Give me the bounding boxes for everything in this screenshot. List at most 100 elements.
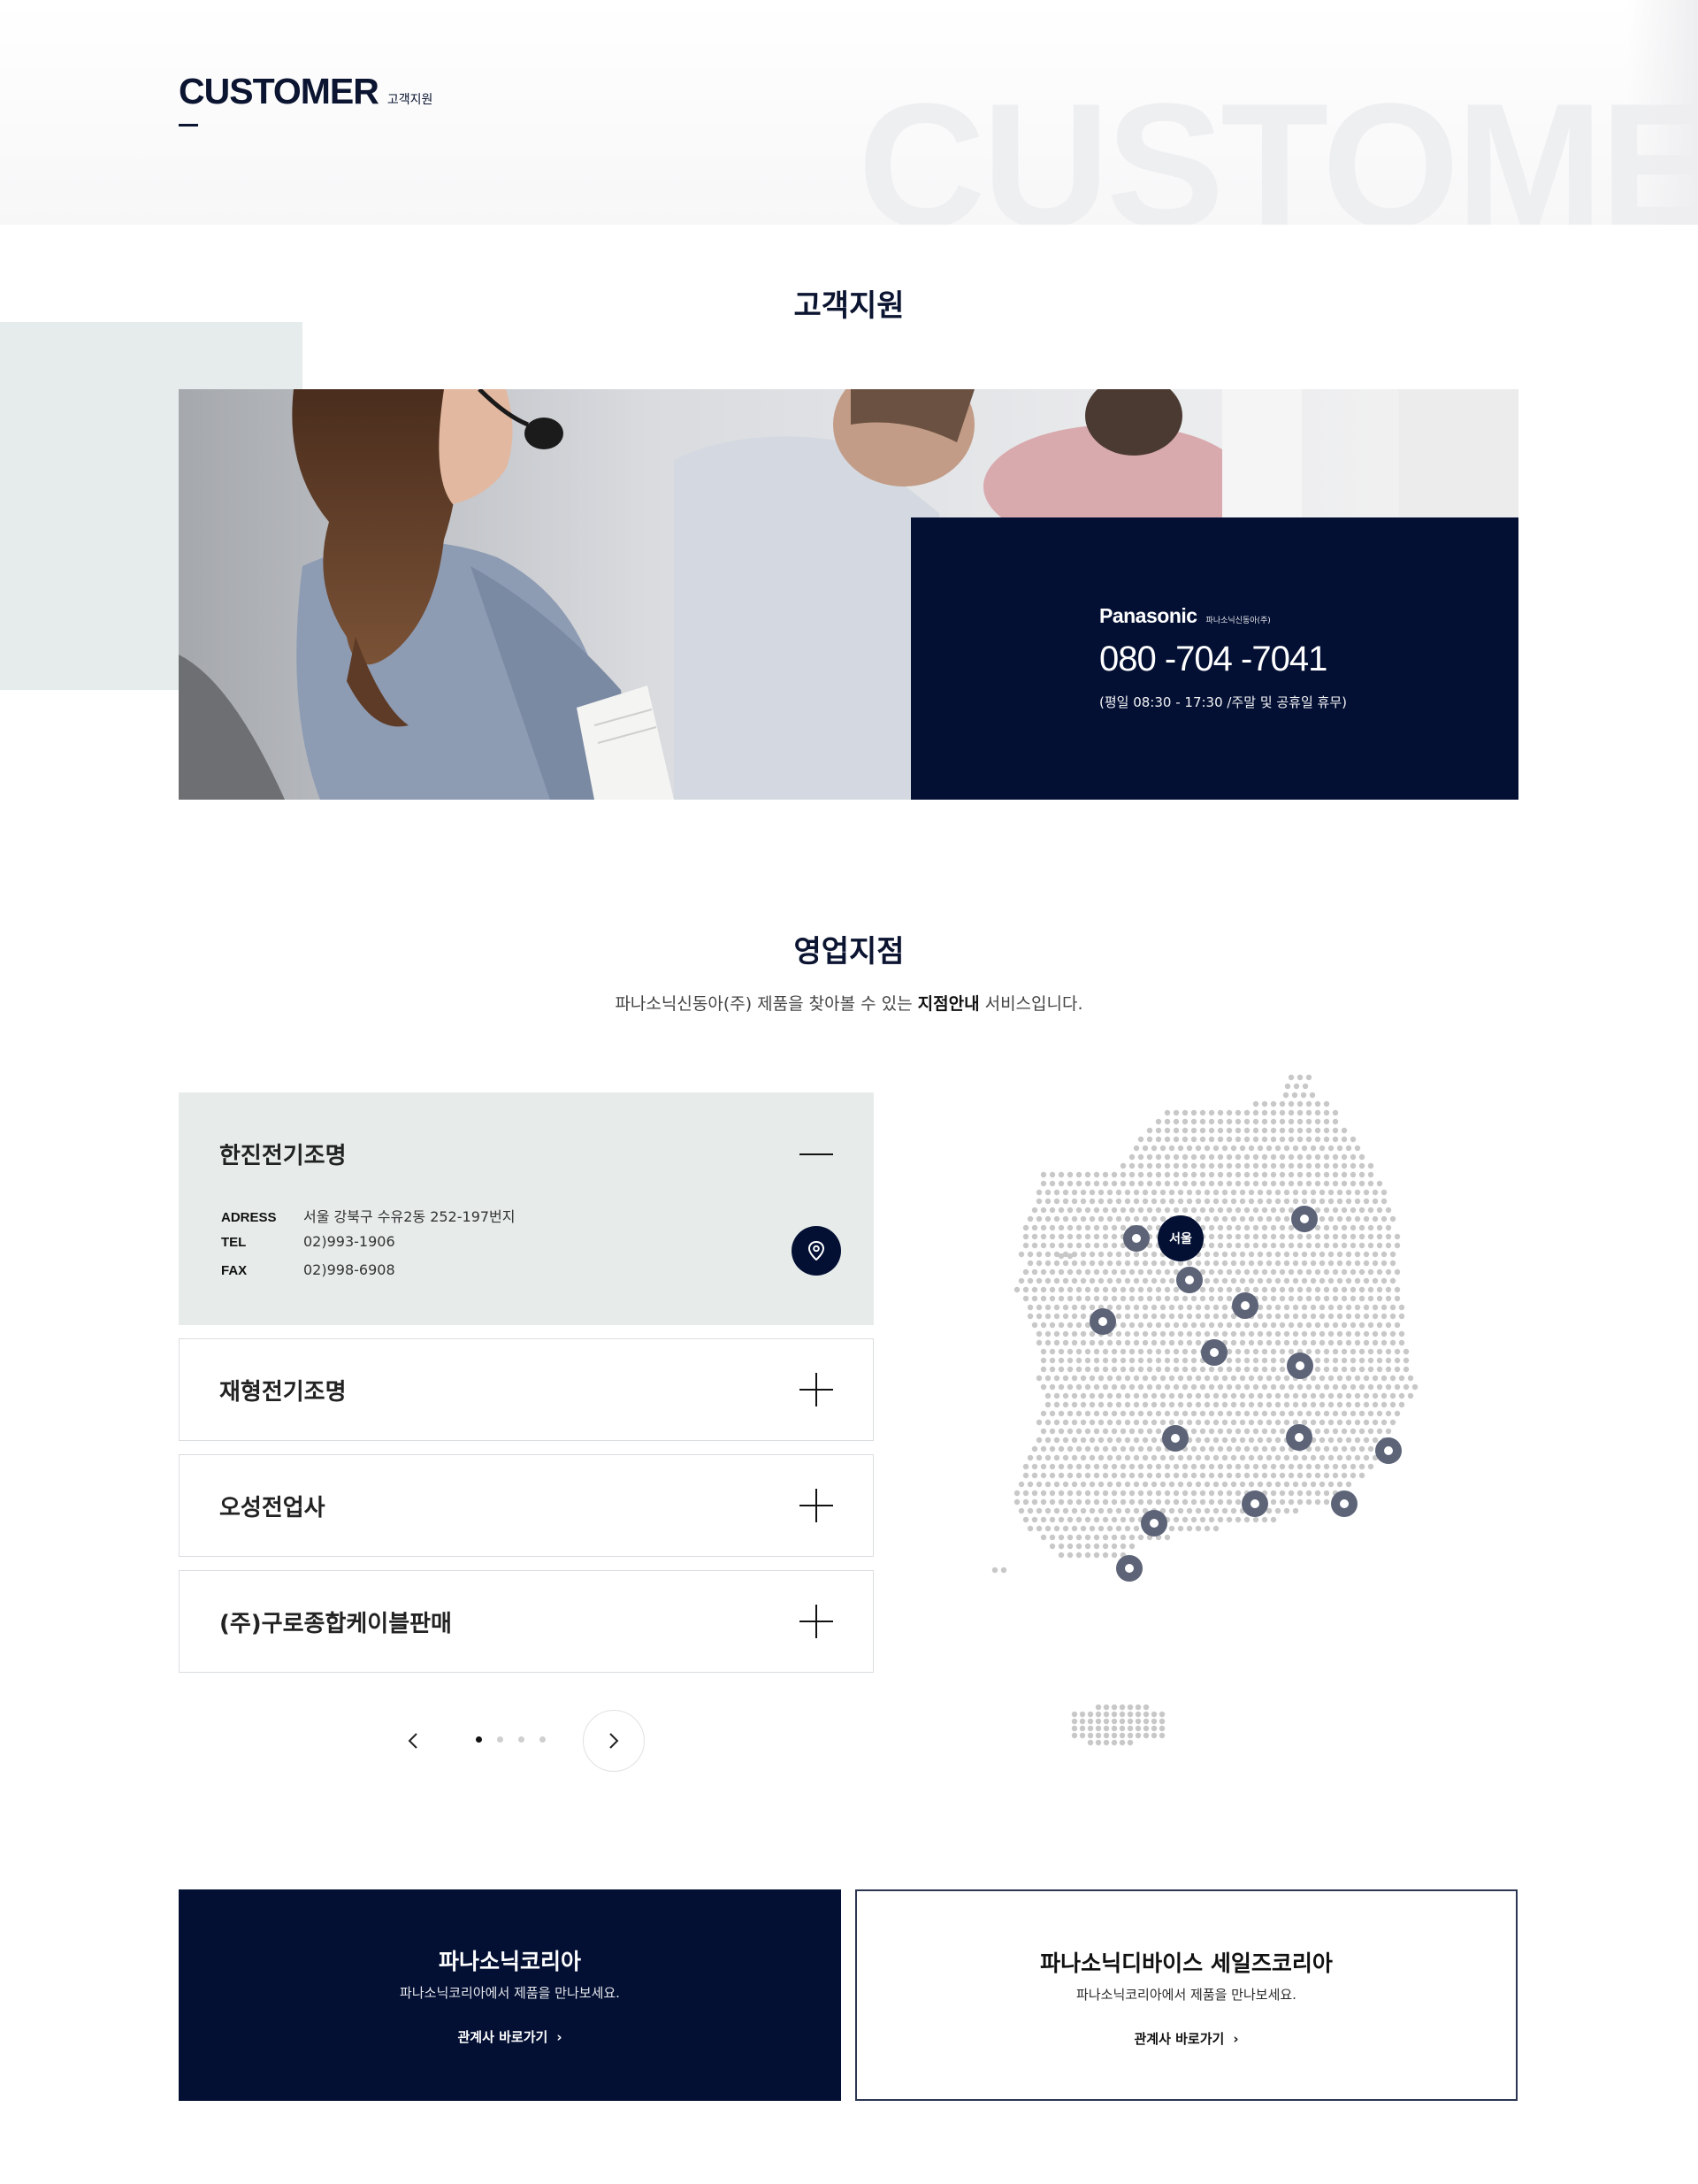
map-dot [1067, 1543, 1074, 1550]
map-dot [1314, 1463, 1321, 1470]
map-label-seoul[interactable]: 서울 [1158, 1215, 1204, 1261]
map-dot [1027, 1507, 1034, 1514]
map-dot [1036, 1419, 1043, 1426]
map-dot [1186, 1189, 1193, 1196]
map-dot [1040, 1428, 1047, 1435]
map-dot [1204, 1419, 1211, 1426]
map-dot [1049, 1463, 1056, 1470]
map-dot [1040, 1171, 1047, 1178]
map-dot [1350, 1383, 1357, 1391]
map-dot [1079, 1718, 1086, 1725]
pagination-dot[interactable] [518, 1736, 524, 1743]
map-dot [1274, 1481, 1281, 1488]
next-page-button[interactable] [583, 1710, 645, 1772]
map-dot [1283, 1454, 1290, 1461]
expand-icon[interactable] [799, 1605, 833, 1638]
map-dot [1385, 1357, 1392, 1364]
map-dot [1111, 1552, 1118, 1559]
map-dot [1111, 1739, 1118, 1746]
map-dot [1049, 1233, 1056, 1240]
map-dot [1323, 1162, 1330, 1169]
affiliate-link[interactable]: 관계사 바로가기 › [857, 2029, 1516, 2048]
expand-icon[interactable] [799, 1489, 833, 1522]
map-dot [1261, 1268, 1268, 1276]
map-dot [1212, 1189, 1220, 1196]
branch-tel[interactable]: 02)993-1906 [303, 1233, 395, 1250]
map-dot [1022, 1295, 1029, 1302]
map-dot [1098, 1277, 1105, 1284]
map-dot [1049, 1366, 1056, 1373]
map-dot [1389, 1304, 1396, 1311]
map-dot [1367, 1224, 1374, 1231]
map-dot [1049, 1490, 1056, 1497]
branch-item-jaehyung[interactable]: 재형전기조명 [179, 1338, 874, 1441]
map-dot [1217, 1171, 1224, 1178]
map-dot [1403, 1383, 1410, 1391]
map-dot [1230, 1437, 1237, 1444]
branch-item-osung[interactable]: 오성전업사 [179, 1454, 874, 1557]
map-pin-button[interactable] [792, 1226, 841, 1276]
branch-item-hanjin[interactable]: 한진전기조명 ADRESS 서울 강북구 수유2동 252-197번지 TEL 02… [179, 1092, 874, 1325]
map-dot [1319, 1330, 1326, 1337]
map-dot [1084, 1242, 1091, 1249]
map-dot [1252, 1118, 1259, 1125]
map-dot [1190, 1516, 1197, 1523]
map-dot [1235, 1109, 1242, 1116]
map-dot [1314, 1153, 1321, 1161]
map-dot [1314, 1136, 1321, 1143]
map-dot [1314, 1171, 1321, 1178]
affiliate-desc: 파나소닉코리아에서 제품을 만나보세요. [400, 1985, 620, 2001]
map-dot [1084, 1552, 1091, 1559]
map-dot [1190, 1162, 1197, 1169]
map-dot [1049, 1357, 1056, 1364]
map-dot [1235, 1224, 1242, 1231]
map-dot [1159, 1375, 1166, 1382]
map-dot [1301, 1251, 1308, 1258]
branch-item-guro[interactable]: (주)구로종합케이블판매 [179, 1570, 874, 1673]
map-dot [1093, 1268, 1100, 1276]
affiliate-card-device-sales[interactable]: 파나소닉디바이스 세일즈코리아 파나소닉코리아에서 제품을 만나보세요. 관계사… [855, 1889, 1518, 2101]
map-dot [1385, 1286, 1392, 1293]
map-dot [1135, 1711, 1142, 1718]
map-dot [1301, 1339, 1308, 1346]
map-dot [1159, 1718, 1166, 1725]
map-dot [1135, 1704, 1142, 1711]
map-dot [1239, 1260, 1246, 1267]
map-dot [1217, 1490, 1224, 1497]
prev-page-button[interactable] [395, 1723, 431, 1759]
map-dot [1093, 1428, 1100, 1435]
map-dot [1208, 1242, 1215, 1249]
map-dot [1252, 1357, 1259, 1364]
affiliate-link[interactable]: 관계사 바로가기 › [179, 2027, 841, 2046]
map-dot [1243, 1516, 1251, 1523]
map-dot [1135, 1718, 1142, 1725]
pagination-dot[interactable] [539, 1736, 546, 1743]
map-dot [1367, 1171, 1374, 1178]
map-dot [1102, 1516, 1109, 1523]
map-dot [1080, 1339, 1087, 1346]
map-dot [1235, 1322, 1242, 1329]
map-dot [1319, 1375, 1326, 1382]
pagination-dot[interactable] [476, 1736, 482, 1743]
map-dot [1314, 1445, 1321, 1452]
map-dot [1177, 1401, 1184, 1408]
map-dot [1261, 1366, 1268, 1373]
collapse-icon[interactable] [799, 1138, 833, 1171]
map-dot [1124, 1198, 1131, 1205]
support-phone[interactable]: 080 -704 -7041 [1099, 640, 1327, 679]
map-dot [1159, 1304, 1166, 1311]
map-dot [1195, 1437, 1202, 1444]
map-dot [1071, 1313, 1078, 1320]
map-dot [1142, 1392, 1149, 1399]
map-dot [1080, 1251, 1087, 1258]
map-dot [1177, 1330, 1184, 1337]
expand-icon[interactable] [799, 1373, 833, 1406]
map-dot [1261, 1516, 1268, 1523]
map-dot [1155, 1498, 1162, 1506]
map-dot [1235, 1428, 1242, 1435]
pagination-dot[interactable] [497, 1736, 503, 1743]
map-dot [1137, 1268, 1144, 1276]
map-dot [1124, 1507, 1131, 1514]
affiliate-card-panasonic-korea[interactable]: 파나소닉코리아 파나소닉코리아에서 제품을 만나보세요. 관계사 바로가기 › [179, 1889, 841, 2101]
map-dot [1336, 1215, 1343, 1222]
